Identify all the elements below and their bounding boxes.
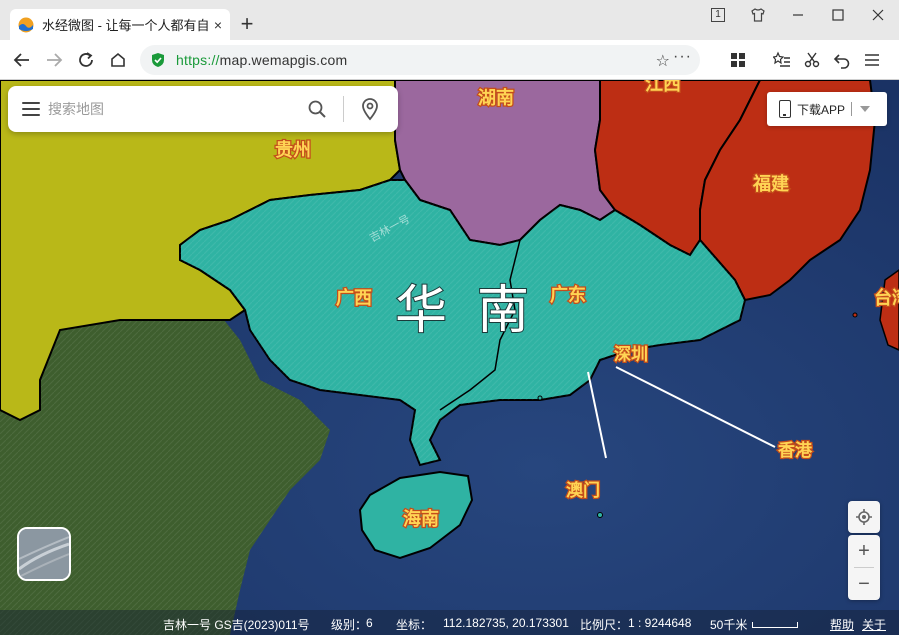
label-hunan: 湖南 (478, 87, 514, 109)
coordinate-value: 112.182735, 20.173301 (443, 616, 569, 630)
zoom-in-button[interactable]: + (848, 535, 880, 567)
url-scheme: https:// (176, 52, 220, 68)
island (597, 512, 603, 518)
about-link[interactable]: 关于 (862, 616, 886, 633)
label-fujian: 福建 (752, 173, 789, 195)
secure-shield-icon (152, 53, 164, 67)
zoom-level-label: 级别： (331, 618, 368, 632)
url-field[interactable]: https://map.wemapgis.com ☆ ··· (140, 45, 700, 75)
chevron-down-icon[interactable] (860, 106, 871, 112)
scale-bar-label: 50千米 (710, 618, 748, 632)
more-dots-icon[interactable]: ··· (673, 48, 692, 66)
label-taiwan: 台湾 (874, 287, 899, 309)
label-guangxi: 广西 (336, 287, 372, 309)
scissors-icon[interactable] (800, 48, 824, 72)
coordinate-label: 坐标： (396, 618, 433, 632)
address-bar: https://map.wemapgis.com ☆ ··· (0, 40, 899, 80)
app-button-divider (851, 102, 853, 116)
map-canvas[interactable]: 湖南 江西 贵州 福建 广西 广东 海南 台湾 深圳 香港 澳门 华南 吉林一号… (0, 80, 899, 635)
map-source-attribution: 吉林一号 GS吉(2023)011号 (163, 618, 310, 632)
search-icon[interactable] (305, 97, 329, 121)
url-host: map.wemapgis.com (219, 52, 348, 68)
label-hongkong: 香港 (778, 440, 813, 461)
download-app-button[interactable]: 下载APP (767, 92, 887, 126)
tab-close-icon[interactable]: × (214, 17, 222, 33)
shirt-icon[interactable] (738, 0, 778, 30)
hamburger-menu-icon[interactable] (22, 102, 40, 116)
browser-tab[interactable]: 水经微图 - 让每一个人都有自 × (10, 9, 230, 40)
location-pin-icon[interactable] (358, 97, 382, 121)
new-tab-button[interactable]: + (236, 13, 258, 36)
minimize-icon[interactable] (778, 0, 818, 30)
reload-icon[interactable] (74, 48, 98, 72)
label-hainan: 海南 (403, 508, 439, 530)
search-input[interactable] (48, 101, 305, 117)
map-status-bar: 吉林一号 GS吉(2023)011号 级别： 6 坐标： 112.182735,… (0, 610, 899, 635)
scale-value: 1 : 9244648 (628, 616, 692, 630)
zoom-out-button[interactable]: − (848, 568, 880, 600)
favorites-list-icon[interactable] (770, 48, 794, 72)
zoom-level-value: 6 (366, 616, 373, 630)
label-jiangxi: 江西 (645, 80, 681, 95)
browser-tab-bar: 水经微图 - 让每一个人都有自 × + 1 (0, 0, 899, 40)
site-favicon-icon (18, 17, 34, 32)
tab-title: 水经微图 - 让每一个人都有自 (42, 18, 208, 33)
layer-switcher-thumbnail[interactable] (17, 527, 71, 581)
download-app-label: 下载APP (797, 102, 846, 117)
close-window-icon[interactable] (858, 0, 898, 30)
maximize-icon[interactable] (818, 0, 858, 30)
island (852, 312, 858, 318)
back-icon[interactable] (10, 48, 34, 72)
scale-bar (752, 622, 798, 628)
map-basemap[interactable]: 湖南 江西 贵州 福建 广西 广东 海南 台湾 深圳 香港 澳门 华南 吉林一号 (0, 80, 899, 635)
phone-icon (779, 100, 791, 118)
label-shenzhen: 深圳 (614, 344, 648, 365)
undo-icon[interactable] (830, 48, 854, 72)
locate-icon[interactable] (848, 501, 880, 533)
locate-control (848, 501, 880, 533)
menu-icon[interactable] (860, 48, 884, 72)
search-divider (343, 96, 344, 122)
extensions-grid-icon[interactable] (726, 48, 750, 72)
label-guizhou: 贵州 (275, 140, 311, 161)
url-text: https://map.wemapgis.com (176, 52, 347, 68)
tab-count-badge: 1 (711, 8, 725, 22)
search-box (8, 86, 398, 132)
scale-label: 比例尺： (580, 618, 629, 632)
label-macau: 澳门 (566, 480, 600, 501)
forward-icon[interactable] (42, 48, 66, 72)
island (537, 395, 543, 401)
zoom-control: + − (848, 535, 880, 600)
home-icon[interactable] (106, 48, 130, 72)
help-link[interactable]: 帮助 (830, 616, 854, 633)
tab-count-icon[interactable]: 1 (698, 0, 738, 30)
label-region-huanan: 华南 (395, 281, 559, 341)
bookmark-star-icon[interactable]: ☆ (656, 51, 670, 71)
